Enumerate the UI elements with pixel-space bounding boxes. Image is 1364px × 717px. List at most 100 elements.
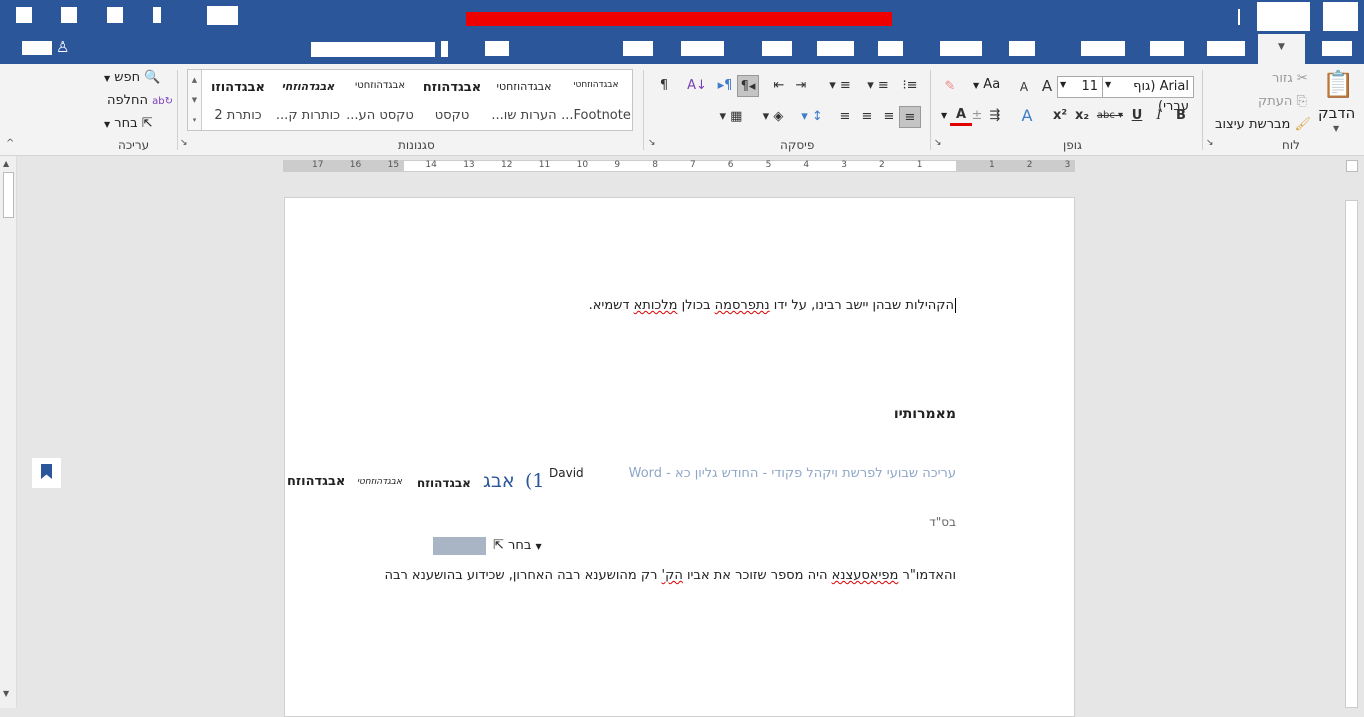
paste-button[interactable]: הדבק	[1318, 104, 1355, 122]
bullets-icon[interactable]: ⁝≡	[899, 75, 921, 97]
paragraph[interactable]: והאדמו"ר מפיאסעצנא היה מספר שזוכר את אבי…	[384, 568, 956, 583]
decrease-indent-icon[interactable]: ⇤	[768, 75, 790, 97]
tab[interactable]	[441, 41, 448, 57]
qat-customize-button[interactable]	[153, 7, 161, 23]
numbering-icon[interactable]: ▾ ≡	[863, 75, 893, 97]
tab[interactable]	[1081, 41, 1125, 56]
grow-font-icon[interactable]: A	[1036, 75, 1058, 97]
tab-home[interactable]: ▼	[1258, 34, 1305, 64]
bold-button[interactable]: B	[1170, 105, 1192, 127]
strikethrough-button[interactable]: abc ▾	[1095, 105, 1125, 127]
cut-button[interactable]: גזור ✂	[1272, 71, 1308, 86]
cursor-icon: ⇱	[141, 116, 153, 131]
ltr-direction-button[interactable]: ▸¶	[714, 75, 736, 97]
document-page[interactable]: הקהילות שבהן יישב רבינו, על ידו נתפרסמה …	[284, 197, 1075, 717]
paste-dropdown[interactable]: ▼	[1333, 124, 1339, 133]
group-label-font: גופן	[1063, 138, 1082, 152]
tab[interactable]	[623, 41, 653, 56]
font-name-field[interactable]: Arial (גוף עברי)	[1102, 76, 1194, 114]
styles-scroll[interactable]: ▲ ▼ ▾	[188, 70, 202, 130]
close-button[interactable]	[1323, 2, 1358, 31]
line-spacing-icon[interactable]: ▾ ↕	[797, 106, 827, 128]
title-bar	[0, 0, 1364, 32]
ruler-number: 13	[463, 160, 475, 170]
dialog-launcher-icon[interactable]: ↘	[934, 138, 942, 148]
collapse-ribbon-icon[interactable]: ^	[6, 138, 14, 149]
align-right-button[interactable]: ≡	[899, 106, 921, 128]
subscript-button[interactable]: x₂	[1071, 105, 1093, 127]
vertical-scrollbar[interactable]: ▲ ▼	[0, 156, 17, 708]
style-heading-2[interactable]: אבגדהוזו כותרת 2	[204, 70, 272, 130]
change-case-button[interactable]: ▼ Aa	[973, 77, 1000, 92]
show-marks-icon[interactable]: ¶	[653, 75, 675, 97]
dialog-launcher-icon[interactable]: ↘	[1206, 138, 1214, 148]
ruler-number: 8	[652, 160, 658, 170]
tab[interactable]	[1150, 41, 1184, 56]
group-label-paragraph: פיסקה	[780, 138, 815, 152]
scroll-up-icon[interactable]: ▲	[3, 159, 9, 168]
tab[interactable]	[1009, 41, 1035, 56]
align-center-button[interactable]: ≡	[878, 106, 900, 128]
font-name-dropdown[interactable]: ▼	[1105, 80, 1111, 89]
find-button[interactable]: ▼ חפש 🔍	[104, 70, 160, 85]
tab[interactable]	[878, 41, 903, 56]
tab[interactable]	[681, 41, 724, 56]
cursor-icon: ⇱	[493, 538, 504, 553]
tab[interactable]	[940, 41, 982, 56]
paragraph[interactable]: הקהילות שבהן יישב רבינו, על ידו נתפרסמה …	[589, 298, 956, 313]
window-controls[interactable]	[1257, 2, 1310, 31]
multilevel-list-icon[interactable]: ▾ ≡	[825, 75, 855, 97]
increase-indent-icon[interactable]: ⇥	[790, 75, 812, 97]
style-body-text[interactable]: אבגדהוזחטי טקסט הע...	[344, 70, 416, 130]
borders-icon[interactable]: ▾ ▦	[716, 106, 746, 128]
style-footnote[interactable]: אבגדהוזחטי Footnote...	[560, 70, 632, 130]
italic-button[interactable]: I	[1148, 105, 1170, 127]
clear-formatting-icon[interactable]: ✎	[939, 76, 961, 98]
rtl-direction-button[interactable]: ¶◂	[737, 75, 759, 97]
copy-button[interactable]: העתק ⎘	[1258, 94, 1307, 109]
format-painter-button[interactable]: מברשת עיצוב 🖌	[1215, 117, 1311, 132]
ruler-number: 9	[614, 160, 621, 170]
dialog-launcher-icon[interactable]: ↘	[648, 138, 656, 148]
ruler-number: 14	[425, 160, 437, 170]
styles-gallery[interactable]: אבגדהוזחטי Footnote... אבגדהוזחטי הערות שו…	[187, 69, 633, 131]
justify-button[interactable]: ≡	[834, 106, 856, 128]
shading-icon[interactable]: ▾ ◈	[758, 106, 788, 128]
tab-tell-me[interactable]	[311, 42, 435, 57]
superscript-button[interactable]: x²	[1049, 105, 1071, 127]
select-button[interactable]: ▼ בחר ⇱	[104, 116, 153, 131]
horizontal-ruler[interactable]: 17 16 15 14 13 12 11 10 9 8 7 6 5 4 3 2 1 1 2 3	[283, 160, 1075, 172]
replace-button[interactable]: החלפה ab↻	[107, 93, 173, 108]
tab[interactable]	[762, 41, 792, 56]
tab[interactable]	[817, 41, 854, 56]
paste-icon[interactable]: 📋	[1322, 70, 1354, 100]
qat-save-button[interactable]	[16, 7, 32, 23]
style-footnote-text[interactable]: אבגדהוזחטי הערות שו...	[488, 70, 560, 130]
tab[interactable]	[1207, 41, 1245, 56]
qat-undo-button[interactable]	[61, 7, 77, 23]
ghost-style-preview: אבגדהוזחטי	[357, 477, 403, 487]
font-color-dropdown[interactable]: ▼	[941, 111, 947, 120]
font-size-dropdown[interactable]: ▼	[1060, 80, 1066, 89]
search-icon: 🔍	[144, 70, 161, 85]
tab-file[interactable]	[1322, 41, 1352, 56]
dialog-launcher-icon[interactable]: ↘	[180, 138, 188, 148]
share-button[interactable]	[22, 41, 52, 55]
sort-icon[interactable]: A↓	[686, 75, 708, 97]
qat-redo-button[interactable]	[107, 7, 123, 23]
ruler-toggle[interactable]	[1346, 160, 1358, 172]
font-color-icon[interactable]: A	[950, 104, 972, 126]
align-left-button[interactable]: ≡	[856, 106, 878, 128]
qat-extra-button[interactable]	[207, 6, 238, 25]
scroll-down-icon[interactable]: ▼	[3, 689, 9, 698]
tab[interactable]	[485, 41, 509, 56]
text-effects-icon[interactable]: A	[1016, 105, 1038, 127]
shrink-font-icon[interactable]: A	[1013, 76, 1035, 98]
style-small-headings[interactable]: אבגדהוזחי כותרות ק...	[272, 70, 344, 130]
user-icon[interactable]: ♙	[56, 38, 69, 56]
bookmark-button[interactable]	[32, 458, 61, 488]
style-text[interactable]: אבגדהוזח טקסט	[416, 70, 488, 130]
ruler-number: 17	[312, 160, 324, 170]
scroll-thumb[interactable]	[3, 172, 14, 218]
underline-button[interactable]: U	[1126, 105, 1148, 127]
